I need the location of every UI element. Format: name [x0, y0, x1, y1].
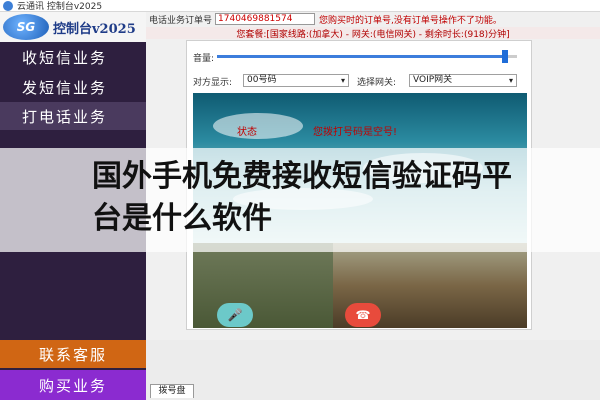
caller-display-value: 00号码 [247, 75, 277, 85]
caller-display-select[interactable]: 00号码 ▾ [243, 74, 349, 87]
volume-slider[interactable] [217, 50, 517, 63]
sidebar-item-receive-sms[interactable]: 收短信业务 [0, 43, 146, 71]
microphone-button[interactable]: 🎤 [217, 303, 253, 327]
order-number-input[interactable]: 1740469881574 [215, 13, 316, 25]
sidebar-item-send-sms[interactable]: 发短信业务 [0, 73, 146, 101]
order-bar: 电话业务订单号 1740469881574 您购买时的订单号,没有订单号操作不了… [146, 12, 600, 26]
bottom-area [146, 340, 600, 400]
package-info: 您套餐:[国家线路:(加拿大) - 网关:(电信网关) - 剩余时长:(918)… [146, 27, 600, 40]
contact-support-button[interactable]: 联系客服 [0, 340, 146, 368]
caller-display-label: 对方显示: [193, 78, 233, 88]
volume-label: 音量: [193, 54, 215, 64]
buy-service-button[interactable]: 购买业务 [0, 370, 146, 400]
dial-message: 您拨打号码是空号! [313, 127, 398, 138]
window-title: 云通讯 控制台v2025 [17, 2, 103, 12]
gateway-select[interactable]: VOIP网关 ▾ [409, 74, 517, 87]
window-titlebar: 云通讯 控制台v2025 [0, 0, 600, 12]
tab-dialpad[interactable]: 拨号盘 [150, 384, 194, 398]
chevron-down-icon: ▾ [508, 76, 513, 85]
logo-badge-icon: SG [3, 14, 49, 40]
hang-up-button[interactable]: ☎ [345, 303, 381, 327]
chevron-down-icon: ▾ [340, 76, 345, 85]
call-status-label: 状态 [237, 127, 257, 138]
microphone-icon: 🎤 [227, 308, 243, 322]
gateway-value: VOIP网关 [413, 75, 453, 85]
phone-hangup-icon: ☎ [355, 308, 371, 322]
volume-slider-thumb[interactable] [502, 50, 508, 63]
order-hint: 您购买时的订单号,没有订单号操作不了功能。 [319, 15, 502, 26]
logo-text: 控制台v2025 [53, 21, 136, 37]
volume-slider-fill [217, 55, 505, 58]
gateway-label: 选择网关: [357, 78, 397, 88]
overlay-title: 国外手机免费接收短信验证码平台是什么软件 [92, 159, 512, 236]
logo: SG 控制台v2025 [0, 12, 146, 42]
app-icon [3, 0, 13, 11]
order-label: 电话业务订单号 [149, 15, 213, 26]
sidebar-item-phone-call[interactable]: 打电话业务 [0, 102, 146, 130]
